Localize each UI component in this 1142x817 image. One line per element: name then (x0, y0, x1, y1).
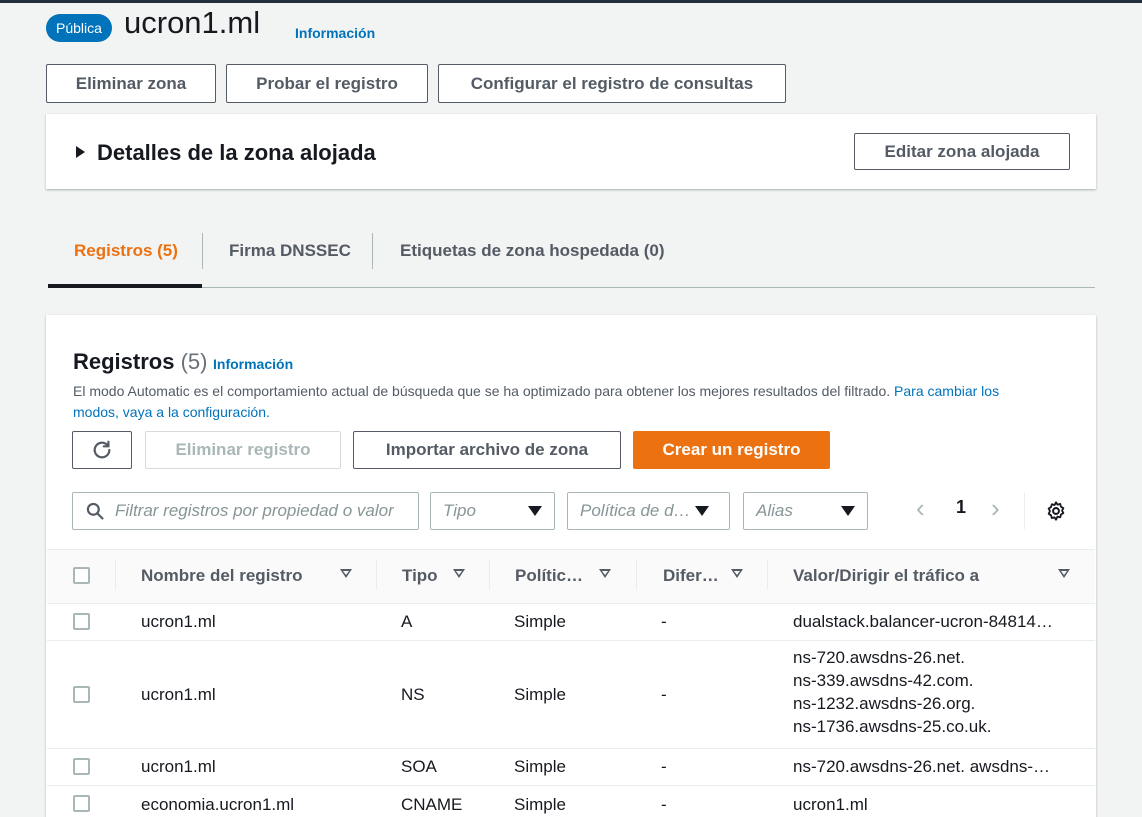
ns-value: ns-339.awsdns-42.com. (793, 671, 974, 690)
tab-divider (202, 233, 203, 269)
record-value: ucron1.ml (793, 795, 868, 814)
previous-page-icon[interactable]: ‹ (916, 493, 925, 524)
active-tab-indicator (48, 284, 202, 288)
refresh-icon (93, 440, 111, 459)
policy-select[interactable]: Política de d… (567, 492, 730, 530)
hosted-zone-details-toggle[interactable]: Detalles de la zona alojada (76, 140, 376, 166)
sort-icon[interactable] (1058, 569, 1070, 578)
ns-value: ns-720.awsdns-26.net. (793, 648, 965, 667)
record-diff: - (661, 685, 667, 704)
record-type: A (401, 612, 413, 631)
row-checkbox[interactable] (73, 758, 90, 775)
record-policy: Simple (514, 795, 566, 814)
record-name[interactable]: ucron1.ml (141, 685, 216, 705)
tab-divider (372, 233, 373, 269)
ns-value: ns-1736.awsdns-25.co.uk. (793, 717, 992, 736)
settings-gear-icon[interactable] (1045, 500, 1067, 522)
current-page[interactable]: 1 (956, 497, 966, 518)
policy-placeholder: Política de d… (580, 501, 691, 520)
row-checkbox[interactable] (73, 613, 90, 630)
record-policy: Simple (514, 757, 566, 776)
sort-icon[interactable] (340, 569, 352, 578)
tabs-baseline (48, 287, 1095, 288)
alias-placeholder: Alias (756, 501, 793, 520)
type-placeholder: Tipo (443, 501, 476, 520)
column-divider (115, 560, 116, 590)
import-zone-file-button[interactable]: Importar archivo de zona (353, 431, 621, 469)
record-value: ns-720.awsdns-26.net. awsdns-… (793, 757, 1051, 776)
record-name[interactable]: ucron1.ml (141, 612, 216, 632)
record-type: SOA (401, 757, 437, 776)
select-all-checkbox[interactable] (73, 567, 90, 584)
caret-down-icon (841, 506, 855, 516)
record-value: ns-720.awsdns-26.net. ns-339.awsdns-42.c… (793, 646, 991, 738)
records-description: El modo Automatic es el comportamiento a… (73, 381, 1033, 423)
row-divider (47, 748, 1095, 749)
tab-records[interactable]: Registros (5) (74, 241, 178, 261)
record-policy: Simple (514, 685, 566, 704)
next-page-icon[interactable]: › (991, 493, 1000, 524)
tab-tags[interactable]: Etiquetas de zona hospedada (0) (400, 241, 665, 261)
column-header-diff[interactable]: Difer… (663, 566, 719, 586)
records-info-link[interactable]: Información (213, 356, 293, 372)
sort-icon[interactable] (453, 569, 465, 578)
column-header-policy[interactable]: Polític… (515, 566, 583, 586)
edit-hosted-zone-button[interactable]: Editar zona alojada (854, 133, 1070, 170)
search-icon (86, 502, 104, 520)
record-name[interactable]: ucron1.ml (141, 757, 216, 777)
alias-select[interactable]: Alias (743, 492, 868, 530)
create-record-button[interactable]: Crear un registro (633, 431, 830, 469)
column-divider (489, 560, 490, 590)
search-placeholder: Filtrar registros por propiedad o valor (115, 501, 394, 520)
tab-dnssec[interactable]: Firma DNSSEC (229, 241, 351, 261)
row-checkbox[interactable] (73, 686, 90, 703)
row-divider (47, 640, 1095, 641)
test-record-button[interactable]: Probar el registro (226, 64, 428, 103)
info-link[interactable]: Información (295, 25, 375, 41)
row-checkbox[interactable] (73, 795, 90, 812)
delete-record-button[interactable]: Eliminar registro (145, 431, 341, 469)
configure-query-log-button[interactable]: Configurar el registro de consultas (438, 64, 786, 103)
public-badge: Pública (46, 14, 112, 42)
delete-zone-button[interactable]: Eliminar zona (46, 64, 216, 103)
record-type: NS (401, 685, 425, 704)
record-type: CNAME (401, 795, 463, 814)
records-title: Registros (5) (73, 349, 208, 375)
column-header-name[interactable]: Nombre del registro (141, 566, 303, 586)
row-divider (47, 785, 1095, 786)
records-count: (5) (180, 349, 208, 374)
page-title: ucron1.ml (124, 5, 261, 40)
records-heading: Registros (73, 349, 175, 374)
sort-icon[interactable] (599, 569, 611, 578)
record-diff: - (661, 757, 667, 776)
record-policy: Simple (514, 612, 566, 631)
caret-down-icon (528, 506, 542, 516)
hosted-zone-details-title: Detalles de la zona alojada (97, 140, 376, 165)
record-value: dualstack.balancer-ucron-84814… (793, 612, 1053, 631)
search-input[interactable]: Filtrar registros por propiedad o valor (72, 492, 419, 530)
column-divider (767, 560, 768, 590)
record-diff: - (661, 612, 667, 631)
refresh-button[interactable] (72, 431, 132, 469)
column-header-type[interactable]: Tipo (402, 566, 438, 586)
sort-icon[interactable] (731, 569, 743, 578)
record-diff: - (661, 795, 667, 814)
record-name[interactable]: economia.ucron1.ml (141, 795, 294, 815)
ns-value: ns-1232.awsdns-26.org. (793, 694, 976, 713)
caret-down-icon (694, 506, 709, 516)
pager-divider (1024, 493, 1025, 529)
column-header-value[interactable]: Valor/Dirigir el tráfico a (793, 566, 979, 586)
column-divider (376, 560, 377, 590)
type-select[interactable]: Tipo (430, 492, 555, 530)
description-text: El modo Automatic es el comportamiento a… (73, 383, 891, 399)
caret-right-icon (76, 146, 85, 159)
column-divider (636, 560, 637, 590)
